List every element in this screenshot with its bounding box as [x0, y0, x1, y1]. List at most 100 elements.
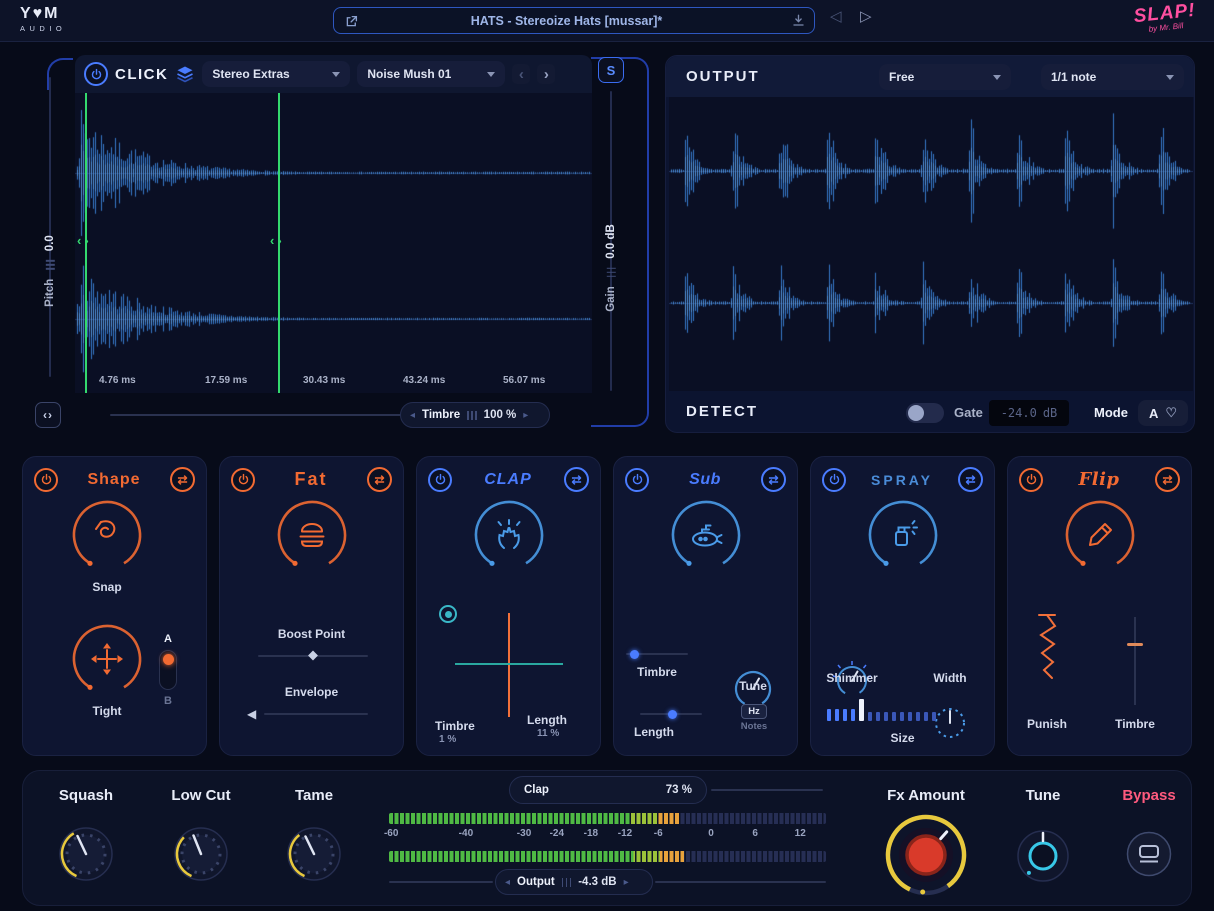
- playhead-handle-icon[interactable]: ‹›: [77, 233, 92, 248]
- spray-knob[interactable]: [865, 497, 941, 573]
- ab-option-a[interactable]: A: [164, 633, 172, 645]
- save-preset-icon[interactable]: [791, 13, 806, 28]
- ab-toggle[interactable]: [159, 650, 177, 690]
- toggle-knob[interactable]: [908, 405, 924, 421]
- flip-power-button[interactable]: [1019, 468, 1043, 492]
- tame-knob[interactable]: [285, 825, 343, 883]
- click-waveform-canvas[interactable]: [75, 93, 592, 393]
- ab-option-b[interactable]: B: [164, 695, 172, 707]
- envelope-handle-icon[interactable]: ◀: [247, 707, 256, 721]
- clap-xy-vertical-axis[interactable]: [508, 613, 510, 717]
- click-sample-dropdown[interactable]: Noise Mush 01: [357, 61, 505, 87]
- shape-randomize-button[interactable]: ⇄: [170, 467, 195, 492]
- click-sample-value: Noise Mush 01: [367, 67, 451, 81]
- gain-slider-handle[interactable]: Gain 0.0 dB: [597, 175, 625, 360]
- slider-handle[interactable]: [668, 710, 677, 719]
- collapse-panel-button[interactable]: ‹›: [35, 402, 61, 428]
- chevron-down-icon: [1166, 75, 1174, 84]
- fat-randomize-button[interactable]: ⇄: [367, 467, 392, 492]
- fat-power-button[interactable]: [231, 468, 255, 492]
- boost-point-slider[interactable]: [258, 655, 368, 663]
- gain-label: Gain: [605, 286, 617, 312]
- note-value-dropdown[interactable]: 1/1 note: [1041, 64, 1184, 90]
- click-waveform-display[interactable]: ‹› ‹› 4.76 ms 17.59 ms 30.43 ms 43.24 ms…: [75, 93, 592, 393]
- snap-knob[interactable]: [69, 497, 145, 573]
- fx-amount-knob[interactable]: [884, 813, 968, 897]
- decrement-icon[interactable]: ◂: [505, 877, 510, 888]
- gate-threshold-field[interactable]: -24.0 dB: [989, 400, 1069, 426]
- ab-toggle-ball[interactable]: [163, 654, 174, 665]
- click-category-dropdown[interactable]: Stereo Extras: [202, 61, 350, 87]
- meter-scale-label: -30: [517, 828, 531, 839]
- clap-power-button[interactable]: [428, 468, 452, 492]
- tight-knob[interactable]: [69, 621, 145, 697]
- sub-title: Sub: [649, 471, 761, 489]
- spray-power-button[interactable]: [822, 468, 846, 492]
- notes-option[interactable]: Notes: [732, 721, 776, 732]
- bypass-button[interactable]: [1126, 831, 1172, 877]
- clap-randomize-button[interactable]: ⇄: [564, 467, 589, 492]
- gain-value: 0.0 dB: [605, 224, 617, 259]
- sub-timbre-slider[interactable]: [626, 653, 688, 661]
- sub-knob[interactable]: [668, 497, 744, 573]
- preset-name[interactable]: HATS - Stereoize Hats [mussar]*: [342, 14, 791, 28]
- prev-preset-button[interactable]: ◁: [830, 9, 842, 24]
- slider-handle[interactable]: [1127, 643, 1143, 646]
- next-sample-button[interactable]: ›: [537, 64, 555, 84]
- rate-mode-dropdown[interactable]: Free: [879, 64, 1011, 90]
- sample-start-playhead[interactable]: ‹›: [85, 93, 87, 393]
- playhead-handle-icon[interactable]: ‹›: [270, 233, 285, 248]
- slider-handle[interactable]: [630, 650, 639, 659]
- output-gain-control[interactable]: ◂ Output -4.3 dB ▸: [495, 869, 653, 895]
- hz-notes-selector[interactable]: Hz Notes: [732, 701, 776, 732]
- sample-end-playhead[interactable]: ‹›: [278, 93, 280, 393]
- increment-icon[interactable]: ▸: [523, 410, 528, 421]
- timbre-value: 100 %: [484, 409, 517, 421]
- pitch-slider-handle[interactable]: Pitch 0.0: [36, 183, 64, 358]
- fat-knob[interactable]: [274, 497, 350, 573]
- click-power-button[interactable]: [84, 62, 108, 86]
- tame-label: Tame: [295, 787, 333, 804]
- mode-dropdown[interactable]: A ♡: [1138, 400, 1188, 426]
- sub-power-button[interactable]: [625, 468, 649, 492]
- low-cut-knob[interactable]: [172, 825, 230, 883]
- clap-xy-horizontal-axis[interactable]: [455, 663, 563, 665]
- master-tune-knob[interactable]: [1016, 829, 1070, 883]
- slider-marker[interactable]: [308, 651, 318, 661]
- click-timbre-control[interactable]: ◂ Timbre 100 % ▸: [400, 402, 550, 428]
- punish-spring-slider[interactable]: [1032, 611, 1062, 707]
- hz-option[interactable]: Hz: [741, 704, 767, 719]
- prev-sample-button[interactable]: ‹: [512, 64, 530, 84]
- fx-modules-row: Shape ⇄ Snap Tight A B: [22, 456, 1192, 756]
- output-slider-track-left[interactable]: [389, 881, 493, 883]
- flip-randomize-button[interactable]: ⇄: [1155, 467, 1180, 492]
- spray-randomize-button[interactable]: ⇄: [958, 467, 983, 492]
- preset-bar[interactable]: HATS - Stereoize Hats [mussar]*: [333, 7, 815, 34]
- squash-knob[interactable]: [57, 825, 115, 883]
- shuffle-icon: ⇄: [768, 473, 778, 487]
- fx-slider-track[interactable]: [711, 789, 823, 791]
- chevron-down-icon: [487, 72, 495, 81]
- output-slider-track-right[interactable]: [655, 881, 826, 883]
- flip-timbre-slider[interactable]: [1134, 617, 1136, 705]
- layers-icon[interactable]: [175, 65, 195, 83]
- drag-grip: [607, 267, 616, 277]
- solo-button[interactable]: S: [598, 57, 624, 83]
- power-icon: [237, 473, 250, 486]
- sub-randomize-button[interactable]: ⇄: [761, 467, 786, 492]
- clap-knob[interactable]: [471, 497, 547, 573]
- gate-toggle[interactable]: [906, 403, 944, 423]
- flip-knob[interactable]: [1062, 497, 1138, 573]
- shape-power-button[interactable]: [34, 468, 58, 492]
- pitch-label: Pitch: [44, 278, 56, 306]
- decrement-icon[interactable]: ◂: [410, 410, 415, 421]
- next-preset-button[interactable]: ▷: [860, 9, 872, 24]
- export-preset-icon[interactable]: [344, 14, 359, 29]
- fx-amount-slider-readout[interactable]: Clap 73 %: [509, 776, 707, 804]
- clap-mode-radio[interactable]: [439, 605, 457, 623]
- sub-length-slider[interactable]: [640, 713, 702, 721]
- spray-size-bars[interactable]: [827, 695, 936, 721]
- increment-icon[interactable]: ▸: [624, 877, 629, 888]
- envelope-slider[interactable]: ◀: [264, 713, 368, 721]
- timbre-slider-track[interactable]: [110, 414, 402, 416]
